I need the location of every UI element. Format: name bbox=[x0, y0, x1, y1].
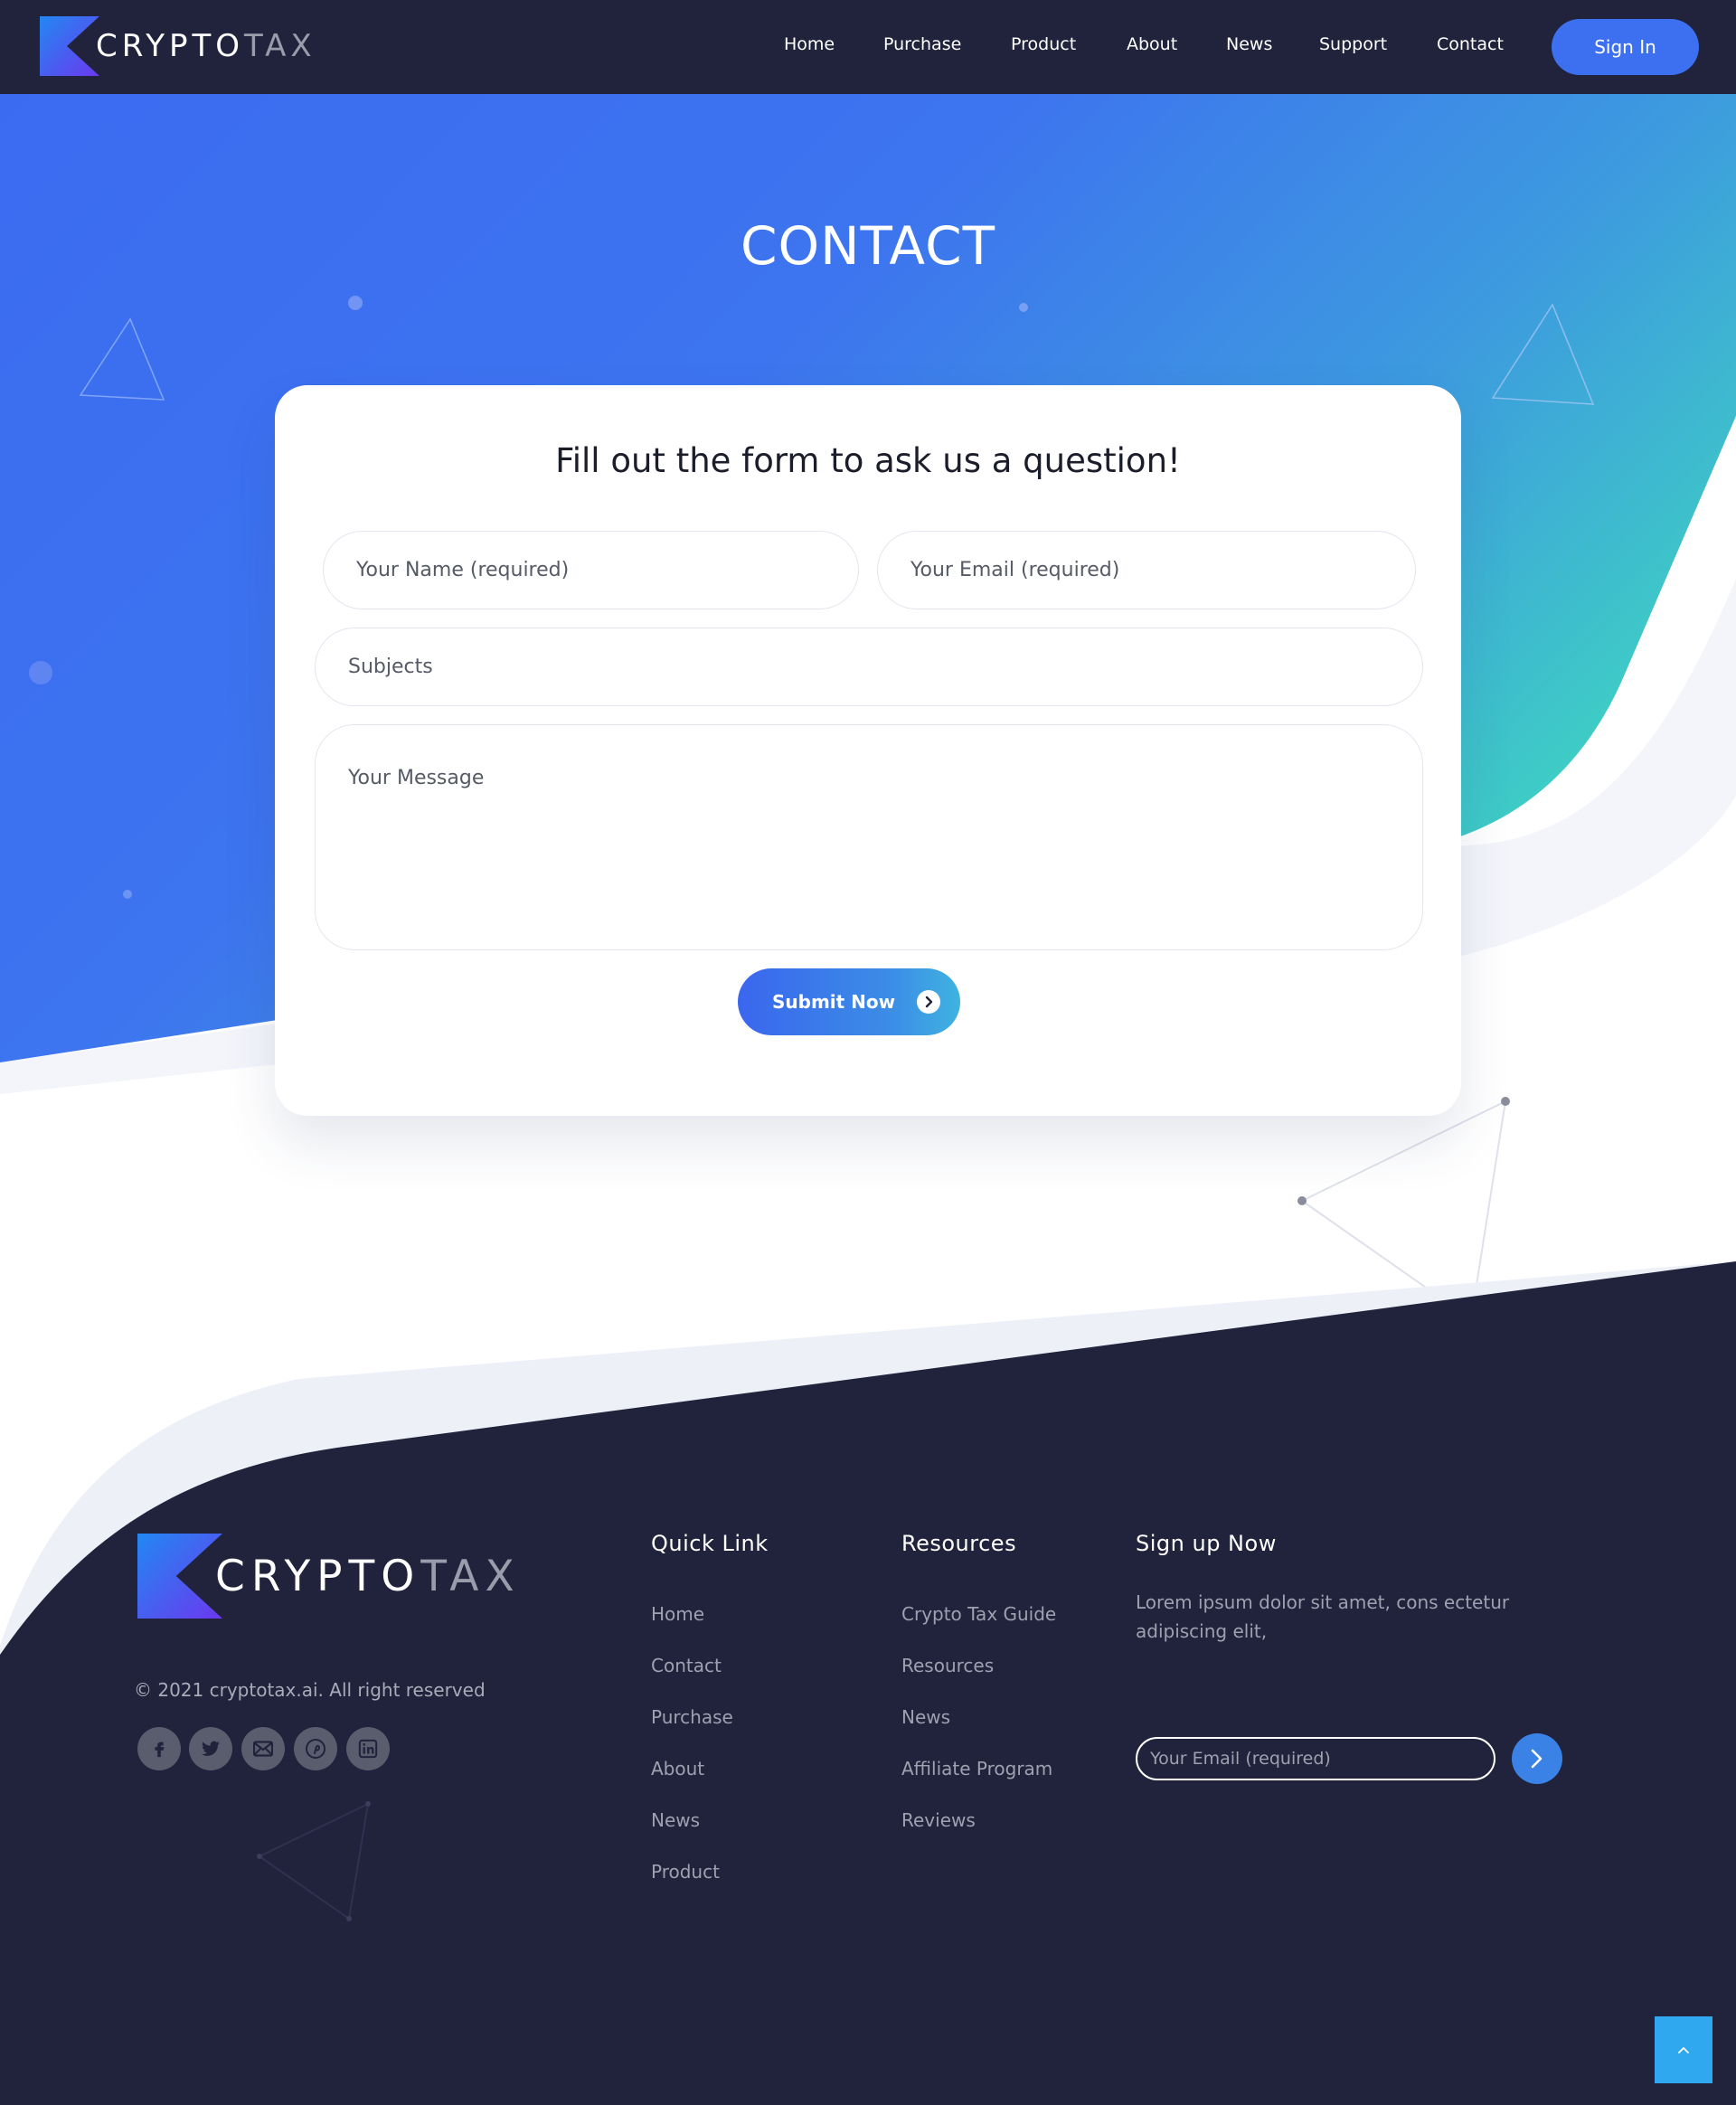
signup-description: Lorem ipsum dolor sit amet, cons ectetur… bbox=[1136, 1591, 1510, 1642]
submit-button[interactable]: Submit Now bbox=[738, 968, 960, 1035]
network-decoration bbox=[1301, 1100, 1506, 1303]
nav-item-contact[interactable]: Contact bbox=[1437, 34, 1504, 54]
email-input[interactable] bbox=[877, 531, 1416, 609]
signup-title: Sign up Now bbox=[1136, 1531, 1277, 1556]
twitter-icon[interactable] bbox=[189, 1727, 232, 1770]
message-textarea[interactable] bbox=[315, 724, 1423, 950]
footer-link-purchase[interactable]: Purchase bbox=[651, 1706, 733, 1728]
hero-dot bbox=[29, 661, 52, 684]
footer-link-news[interactable]: News bbox=[901, 1706, 950, 1728]
mail-icon[interactable] bbox=[241, 1727, 285, 1770]
form-heading: Fill out the form to ask us a question! bbox=[555, 441, 1181, 480]
chevron-right-icon bbox=[1531, 1749, 1543, 1769]
copyright-text: © 2021 cryptotax.ai. All right reserved bbox=[134, 1679, 486, 1701]
subject-input[interactable] bbox=[315, 628, 1423, 706]
site-header: CRYPTOTAX Home Purchase Product About Ne… bbox=[0, 0, 1736, 94]
footer-brand-logo[interactable]: CRYPTOTAX bbox=[137, 1534, 521, 1619]
footer-link-news[interactable]: News bbox=[651, 1809, 700, 1831]
footer-link-about[interactable]: About bbox=[651, 1758, 704, 1779]
footer-link-home[interactable]: Home bbox=[651, 1603, 704, 1625]
hero-dot bbox=[1019, 303, 1028, 312]
scroll-to-top-button[interactable] bbox=[1655, 2016, 1712, 2083]
sign-in-button[interactable]: Sign In bbox=[1552, 19, 1699, 75]
nav-item-purchase[interactable]: Purchase bbox=[883, 34, 961, 54]
footer-link-contact[interactable]: Contact bbox=[651, 1655, 722, 1676]
network-node bbox=[1501, 1097, 1510, 1106]
quick-link-title: Quick Link bbox=[651, 1531, 769, 1556]
hero-dot bbox=[123, 890, 132, 899]
contact-form-card: Fill out the form to ask us a question! … bbox=[275, 385, 1461, 1116]
nav-item-product[interactable]: Product bbox=[1011, 34, 1076, 54]
submit-label: Submit Now bbox=[772, 991, 896, 1013]
footer-link-affiliate-program[interactable]: Affiliate Program bbox=[901, 1758, 1052, 1779]
nav-item-news[interactable]: News bbox=[1226, 34, 1272, 54]
footer-link-product[interactable]: Product bbox=[651, 1861, 720, 1883]
network-node bbox=[1297, 1196, 1307, 1205]
nav-item-support[interactable]: Support bbox=[1319, 34, 1387, 54]
main-nav: Home Purchase Product About News Support… bbox=[0, 0, 1736, 94]
pinterest-icon[interactable] bbox=[294, 1727, 337, 1770]
newsletter-email-input[interactable] bbox=[1136, 1737, 1495, 1780]
footer-link-crypto-tax-guide[interactable]: Crypto Tax Guide bbox=[901, 1603, 1056, 1625]
arrow-right-circle-icon bbox=[917, 990, 940, 1014]
nav-item-about[interactable]: About bbox=[1127, 34, 1177, 54]
footer-link-reviews[interactable]: Reviews bbox=[901, 1809, 976, 1831]
nav-item-home[interactable]: Home bbox=[784, 34, 835, 54]
facebook-icon[interactable] bbox=[137, 1727, 181, 1770]
newsletter-submit-button[interactable] bbox=[1512, 1733, 1562, 1784]
chevron-up-icon bbox=[1678, 2047, 1689, 2053]
footer-link-resources[interactable]: Resources bbox=[901, 1655, 994, 1676]
linkedin-icon[interactable] bbox=[346, 1727, 390, 1770]
footer-brand-name: CRYPTOTAX bbox=[215, 1551, 521, 1601]
page-title: CONTACT bbox=[740, 215, 996, 277]
logo-mark-icon bbox=[137, 1534, 222, 1619]
hero-dot bbox=[348, 296, 363, 310]
name-input[interactable] bbox=[323, 531, 859, 609]
resources-title: Resources bbox=[901, 1531, 1017, 1556]
